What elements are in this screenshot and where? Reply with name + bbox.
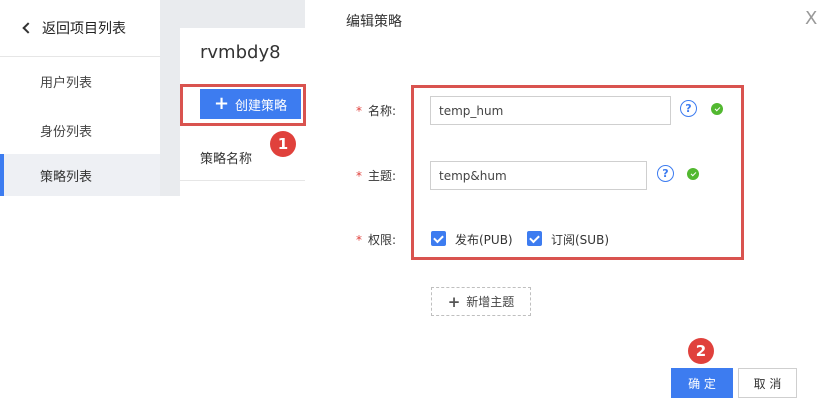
add-topic-label: 新增主题: [466, 295, 515, 309]
divider: [180, 180, 305, 181]
project-name: rvmbdy8: [200, 42, 281, 63]
active-indicator: [0, 154, 4, 196]
dialog-title: 编辑策略: [346, 14, 402, 30]
valid-check-icon: [711, 103, 723, 115]
step-badge-2: 2: [688, 338, 714, 364]
help-icon[interactable]: ?: [680, 100, 697, 117]
column-header-policy-name: 策略名称: [200, 152, 253, 167]
screen: 返回项目列表 用户列表 身份列表 策略列表 rvmbdy8 策略名称 + 创建策…: [0, 0, 840, 405]
highlight-box-create: [180, 84, 306, 126]
checkbox-sub[interactable]: [527, 231, 542, 246]
valid-check-icon: [687, 168, 699, 180]
name-label: * 名称:: [356, 102, 396, 119]
plus-icon: +: [447, 292, 461, 311]
name-input[interactable]: temp_hum: [430, 96, 671, 125]
help-icon[interactable]: ?: [657, 165, 674, 182]
back-label: 返回项目列表: [42, 21, 126, 37]
required-mark: *: [356, 232, 362, 247]
cancel-button[interactable]: 取 消: [738, 368, 797, 398]
sidebar-item-users[interactable]: 用户列表: [0, 57, 160, 106]
required-mark: *: [356, 103, 362, 118]
add-topic-button[interactable]: + 新增主题: [431, 287, 531, 316]
sidebar-item-identities[interactable]: 身份列表: [0, 106, 160, 154]
sidebar-item-label: 策略列表: [40, 169, 93, 185]
permission-label: * 权限:: [356, 231, 396, 248]
sidebar-item-policies[interactable]: 策略列表: [0, 154, 160, 196]
step-badge-1: 1: [270, 131, 296, 157]
sidebar: 返回项目列表 用户列表 身份列表 策略列表: [0, 0, 160, 196]
topic-label: * 主题:: [356, 167, 396, 184]
checkbox-pub-label: 发布(PUB): [455, 233, 513, 247]
sidebar-item-label: 身份列表: [40, 124, 93, 140]
back-to-project-list[interactable]: 返回项目列表: [0, 0, 160, 57]
topic-label-text: 主题:: [368, 169, 397, 183]
permission-label-text: 权限:: [368, 233, 397, 247]
sidebar-item-label: 用户列表: [40, 76, 93, 91]
topic-input[interactable]: temp&hum: [430, 161, 647, 190]
confirm-button[interactable]: 确 定: [671, 368, 733, 398]
required-mark: *: [356, 168, 362, 183]
chevron-left-icon: [22, 22, 34, 34]
close-icon[interactable]: X: [805, 10, 817, 28]
checkbox-pub[interactable]: [431, 231, 446, 246]
project-panel: rvmbdy8 策略名称 + 创建策略: [160, 0, 306, 196]
checkbox-sub-label: 订阅(SUB): [551, 233, 609, 247]
name-label-text: 名称:: [368, 104, 397, 118]
